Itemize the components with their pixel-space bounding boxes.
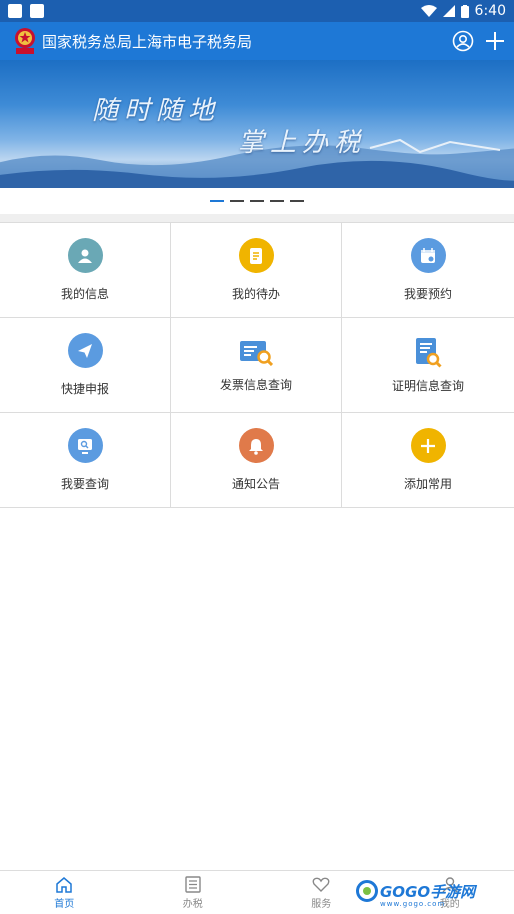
- status-bar: 6:40: [0, 0, 514, 22]
- carousel-dot[interactable]: [290, 200, 304, 202]
- grid-item-certificate-query[interactable]: 证明信息查询: [342, 318, 514, 413]
- tax-emblem-logo: [15, 28, 35, 54]
- nav-item-home[interactable]: 首页: [0, 871, 129, 914]
- app-title: 国家税务总局上海市电子税务局: [42, 32, 253, 51]
- grid-item-query[interactable]: 我要查询: [0, 413, 171, 508]
- watermark-sub: www.gogo.com: [380, 900, 446, 908]
- certificate-search-icon: [416, 337, 442, 368]
- paper-plane-icon: [67, 333, 103, 368]
- document-icon: [238, 238, 274, 273]
- heart-icon: [312, 877, 330, 892]
- banner-line1: 随时随地: [92, 96, 221, 126]
- watermark-text: GOGO手游网: [380, 882, 476, 901]
- gogo-logo-icon: [356, 880, 378, 902]
- nav-item-label: 首页: [54, 898, 75, 910]
- carousel-dot[interactable]: [210, 200, 224, 202]
- grid-item-label: 添加常用: [403, 477, 452, 491]
- grid-item-label: 快捷申报: [60, 382, 109, 396]
- carousel-dot[interactable]: [250, 200, 264, 202]
- grid-item-label: 证明信息查询: [391, 378, 464, 393]
- nav-item-tax[interactable]: 办税: [129, 871, 258, 914]
- function-grid: 我的信息 我的待办 我要预约 快捷申报 发票信息查询 证明信息查询 我要查询 通…: [0, 222, 514, 508]
- nav-item-label: 服务: [311, 898, 332, 910]
- add-icon[interactable]: [484, 30, 506, 52]
- wifi-icon: [420, 5, 437, 17]
- monitor-search-icon: [67, 428, 103, 463]
- banner-line2: 掌上办税: [238, 128, 367, 158]
- grid-item-notice[interactable]: 通知公告: [171, 413, 342, 508]
- list-icon: [185, 875, 201, 893]
- grid-item-add-favorite[interactable]: 添加常用: [342, 413, 514, 508]
- grid-item-label: 发票信息查询: [219, 377, 292, 392]
- carousel-dot[interactable]: [230, 200, 244, 202]
- section-divider: [0, 214, 514, 222]
- carousel-indicator: [0, 188, 514, 214]
- carousel-dot[interactable]: [270, 200, 284, 202]
- notification-icon: [8, 4, 22, 18]
- calendar-icon: [410, 238, 446, 273]
- bell-icon: [238, 428, 274, 463]
- grid-item-my-todo[interactable]: 我的待办: [171, 223, 342, 318]
- app-bar: 国家税务总局上海市电子税务局: [0, 22, 514, 60]
- person-icon: [67, 238, 103, 273]
- grid-item-label: 我的信息: [60, 287, 109, 301]
- grid-item-appointment[interactable]: 我要预约: [342, 223, 514, 318]
- gogo-watermark: GOGO手游网 www.gogo.com: [356, 880, 476, 908]
- banner-carousel[interactable]: 随时随地 掌上办税: [0, 60, 514, 188]
- battery-icon: [460, 4, 469, 18]
- signal-icon: [442, 5, 455, 17]
- nav-item-label: 办税: [182, 898, 203, 910]
- grid-item-invoice-query[interactable]: 发票信息查询: [171, 318, 342, 413]
- plus-icon: [410, 428, 446, 463]
- grid-item-my-info[interactable]: 我的信息: [0, 223, 171, 318]
- home-icon: [56, 876, 72, 893]
- invoice-search-icon: [240, 340, 273, 366]
- notification-icon: [30, 4, 44, 18]
- profile-icon[interactable]: [452, 30, 474, 52]
- grid-item-label: 我的待办: [231, 287, 280, 301]
- status-time: 6:40: [474, 3, 506, 19]
- grid-item-label: 我要查询: [60, 477, 109, 491]
- grid-item-label: 我要预约: [403, 287, 452, 301]
- grid-item-label: 通知公告: [231, 477, 280, 491]
- grid-item-quick-declare[interactable]: 快捷申报: [0, 318, 171, 413]
